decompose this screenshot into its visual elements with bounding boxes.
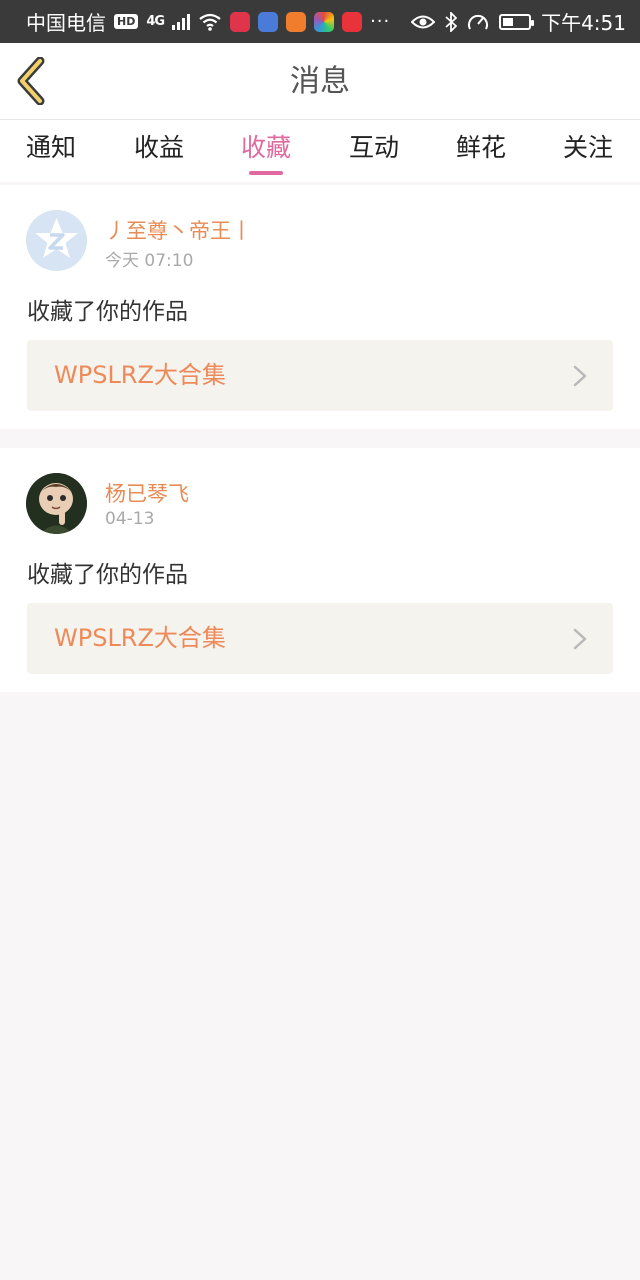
network-type: 4G [146, 14, 165, 29]
work-link[interactable]: WPSLRZ大合集 [27, 340, 613, 411]
username[interactable]: 杨已琴飞 [105, 478, 189, 508]
music-app-icon [258, 11, 279, 32]
tab-interactions[interactable]: 互动 [348, 120, 400, 178]
signal-icon [172, 13, 191, 30]
tab-bar: 通知 收益 收藏 互动 鲜花 关注 [0, 120, 640, 182]
message-card: 丿至尊丶帝王丨 今天 07:10 收藏了你的作品 WPSLRZ大合集 [0, 185, 640, 429]
more-notifications-icon: ··· [370, 11, 391, 32]
battery-icon [499, 13, 535, 30]
store-app-icon [342, 11, 363, 32]
message-time: 04-13 [105, 509, 155, 529]
tab-notifications[interactable]: 通知 [25, 120, 77, 178]
carrier-name: 中国电信 [26, 11, 106, 35]
chevron-left-icon [17, 56, 45, 106]
book-app-icon [230, 11, 251, 32]
default-avatar-icon [26, 210, 87, 271]
photos-app-icon [314, 11, 335, 32]
back-button[interactable] [14, 56, 54, 106]
work-link[interactable]: WPSLRZ大合集 [27, 603, 613, 674]
work-title: WPSLRZ大合集 [54, 361, 226, 389]
chevron-right-icon [573, 365, 587, 387]
tab-flowers[interactable]: 鲜花 [455, 120, 507, 178]
tab-label: 关注 [562, 133, 613, 162]
video-app-icon [286, 11, 307, 32]
clock: 下午4:51 [541, 11, 626, 35]
bluetooth-icon [445, 11, 458, 32]
action-text: 收藏了你的作品 [27, 562, 188, 588]
tab-favorites[interactable]: 收藏 [240, 120, 292, 178]
chevron-right-icon [573, 628, 587, 650]
avatar[interactable] [26, 210, 87, 271]
tab-follows[interactable]: 关注 [562, 120, 614, 178]
message-time: 今天 07:10 [105, 251, 194, 271]
status-bar: 中国电信 HD 4G ··· 下午4:51 [0, 0, 640, 43]
page-title: 消息 [290, 64, 350, 99]
tab-label: 收藏 [240, 133, 291, 162]
tab-label: 鲜花 [455, 133, 506, 162]
user-avatar-icon [26, 473, 87, 534]
tab-earnings[interactable]: 收益 [133, 120, 185, 178]
action-text: 收藏了你的作品 [27, 299, 188, 325]
message-card: 杨已琴飞 04-13 收藏了你的作品 WPSLRZ大合集 [0, 448, 640, 692]
avatar[interactable] [26, 473, 87, 534]
eye-icon [411, 15, 436, 28]
wifi-icon [199, 13, 221, 31]
work-title: WPSLRZ大合集 [54, 624, 226, 652]
tab-label: 收益 [133, 133, 184, 162]
username[interactable]: 丿至尊丶帝王丨 [105, 215, 252, 245]
speed-icon [468, 14, 489, 29]
navigation-bar: 消息 [0, 43, 640, 120]
active-tab-indicator [249, 171, 283, 175]
hd-badge: HD [114, 14, 139, 29]
tab-label: 通知 [25, 133, 76, 162]
tab-label: 互动 [348, 133, 399, 162]
